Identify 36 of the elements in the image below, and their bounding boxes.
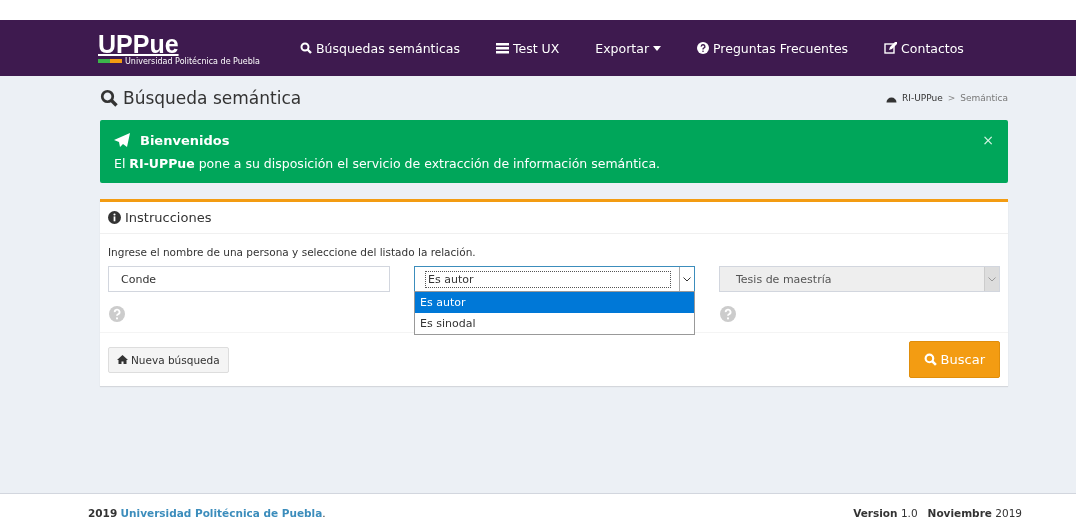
- dropdown-option[interactable]: Es autor: [415, 292, 694, 313]
- help-icon[interactable]: [109, 306, 125, 322]
- info-icon: [108, 211, 121, 224]
- search-icon: [300, 42, 312, 54]
- paper-plane-icon: [114, 133, 130, 147]
- help-icon: [697, 42, 710, 54]
- breadcrumb-current: Semántica: [960, 93, 1008, 103]
- nav-link[interactable]: Test UX: [496, 40, 560, 56]
- list-icon: [496, 42, 509, 54]
- help-icon[interactable]: [720, 306, 736, 322]
- color-bar-icon: [98, 59, 122, 63]
- caret-icon: [653, 45, 662, 51]
- name-field[interactable]: Conde: [108, 266, 390, 292]
- home-icon: [117, 355, 128, 364]
- version-text: Version 1.0 Noviembre 2019: [853, 507, 1022, 519]
- copyright-text: 2019 Universidad Politécnica de Puebla.: [88, 507, 326, 519]
- search-icon: [923, 353, 937, 366]
- nav-link[interactable]: Preguntas Frecuentes: [697, 40, 849, 56]
- new-search-button[interactable]: Nueva búsqueda: [108, 346, 229, 373]
- edit-icon: [884, 42, 898, 54]
- chevron-down-icon: [988, 276, 996, 282]
- nav-link[interactable]: Contactos: [884, 40, 964, 56]
- logo[interactable]: UPPue: [98, 30, 260, 57]
- nav-link[interactable]: Búsquedas semánticas: [300, 40, 460, 56]
- logo-subtitle: Universidad Politécnica de Puebla: [125, 56, 260, 66]
- panel-title: Instrucciones: [125, 210, 212, 225]
- alert-title: Bienvenidos: [140, 132, 231, 148]
- page-title: Búsqueda semántica: [100, 88, 302, 108]
- nav-link[interactable]: Exportar: [595, 40, 662, 56]
- dropdown-option[interactable]: Es sinodal: [415, 313, 694, 334]
- breadcrumb-separator: >: [947, 93, 956, 103]
- instruction-text: Ingrese el nombre de una persona y seleccione del listado la relación.: [108, 246, 477, 258]
- search-icon: [100, 89, 118, 107]
- breadcrumb-link[interactable]: RI-UPPue: [902, 93, 943, 103]
- chevron-down-icon: [683, 276, 691, 282]
- alert-message: El RI-UPPue pone a su disposición el servicio de extracción de información semántica.: [114, 156, 662, 171]
